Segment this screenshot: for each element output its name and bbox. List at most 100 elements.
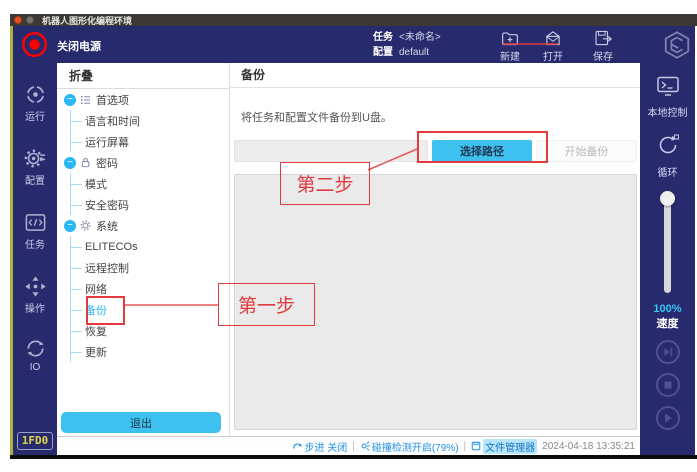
play-button[interactable] (656, 406, 680, 430)
annotation-box-select-path (417, 131, 548, 163)
open-button[interactable]: 打开 (533, 29, 573, 63)
settings-tree: − 首选项 语言和时间 运行屏幕 − 密码 (57, 89, 229, 362)
window-titlebar: 机器人图形化编程环境 (10, 14, 697, 26)
tree-item-safety-password[interactable]: 安全密码 (71, 194, 229, 215)
config-value: default (399, 47, 429, 58)
save-button[interactable]: 保存 (583, 29, 623, 63)
loop-label: 循环 (658, 164, 678, 179)
page: 机器人图形化编程环境 关闭电源 任务<未命名> 配置default 新建 (0, 0, 697, 472)
nav-item-operate-label: 操作 (25, 304, 45, 315)
new-label: 新建 (490, 48, 530, 63)
collapse-minus-icon[interactable]: − (64, 94, 76, 106)
status-bar: 步进 关闭 | 碰撞检测开启(79%) | 文件管理器 2024-04-18 1… (57, 436, 640, 455)
tree-node-label: 首选项 (96, 92, 129, 108)
run-icon (24, 83, 47, 106)
robot-id-badge: 1FD0 (17, 432, 53, 450)
annotation-step1: 第一步 (218, 283, 315, 326)
collapse-minus-icon[interactable]: − (64, 220, 76, 232)
step-forward-button[interactable] (656, 340, 680, 364)
step-mode-status[interactable]: 步进 关闭 (292, 439, 347, 454)
step-mode-label: 步进 关闭 (304, 439, 347, 454)
tree-item-elitecos[interactable]: ELITECOs (71, 236, 229, 257)
backup-path-input[interactable] (234, 140, 428, 162)
speed-slider-handle[interactable] (660, 191, 675, 206)
stop-icon (663, 380, 673, 390)
backup-description: 将任务和配置文件备份到U盘。 (241, 109, 392, 125)
task-icon (24, 211, 47, 234)
tree-node-label: 密码 (96, 155, 118, 171)
task-label: 任务 (373, 32, 393, 43)
tree-node-preferences[interactable]: − 首选项 (57, 89, 229, 110)
local-control-button[interactable] (655, 75, 681, 102)
collision-status[interactable]: 碰撞检测开启(79%) (360, 439, 459, 454)
settings-tree-panel: 折叠 − 首选项 语言和时间 运行屏幕 − (57, 63, 230, 436)
speed-slider[interactable] (664, 193, 671, 293)
tree-node-password[interactable]: − 密码 (57, 152, 229, 173)
speed-label: 速度 (657, 315, 679, 331)
collision-icon (360, 441, 370, 451)
right-control-rail: 本地控制 循环 100% 速度 (640, 63, 695, 455)
tree-node-system[interactable]: − 系统 (57, 215, 229, 236)
tree-item-update[interactable]: 更新 (71, 341, 229, 362)
operate-icon (24, 275, 47, 298)
system-gear-icon (80, 220, 92, 231)
step-icon (292, 441, 302, 451)
io-icon (24, 337, 47, 360)
preferences-icon (80, 94, 92, 105)
new-button[interactable]: 新建 (490, 29, 530, 63)
power-icon (21, 31, 48, 58)
collapse-minus-icon[interactable]: − (64, 157, 76, 169)
loop-button[interactable] (655, 133, 681, 162)
nav-item-io[interactable]: IO (13, 337, 57, 373)
annotation-step2: 第二步 (280, 162, 370, 205)
window-title: 机器人图形化编程环境 (42, 14, 132, 27)
config-icon (24, 147, 47, 170)
backup-panel: 备份 将任务和配置文件备份到U盘。 选择路径 开始备份 (230, 63, 640, 436)
nav-item-run-label: 运行 (25, 112, 45, 123)
collision-status-label: 碰撞检测开启(79%) (372, 439, 459, 454)
task-value: <未命名> (399, 32, 441, 43)
app-header: 关闭电源 任务<未命名> 配置default 新建 打开 (13, 26, 695, 63)
tree-node-label: 系统 (96, 218, 118, 234)
tree-item-language-time[interactable]: 语言和时间 (71, 110, 229, 131)
tree-item-remote-control[interactable]: 远程控制 (71, 257, 229, 278)
save-icon (593, 29, 613, 47)
file-manager-icon (471, 441, 481, 451)
local-control-label: 本地控制 (648, 104, 688, 119)
status-timestamp: 2024-04-18 13:35:21 (542, 441, 635, 452)
nav-item-run[interactable]: 运行 (13, 83, 57, 123)
new-icon (500, 29, 520, 47)
page-title: 备份 (230, 63, 640, 88)
tree-group-preferences: − 首选项 语言和时间 运行屏幕 (57, 89, 229, 152)
tree-group-system: − 系统 ELITECOs 远程控制 网络 备份 恢复 更新 (57, 215, 229, 362)
nav-item-operate[interactable]: 操作 (13, 275, 57, 315)
lock-icon (80, 157, 92, 168)
stop-button[interactable] (656, 373, 680, 397)
play-icon (662, 412, 674, 424)
window-minimize-icon[interactable] (26, 16, 34, 24)
file-manager-status[interactable]: 文件管理器 (471, 439, 537, 454)
nav-item-task-label: 任务 (25, 240, 45, 251)
nav-item-task[interactable]: 任务 (13, 211, 57, 251)
start-backup-button[interactable]: 开始备份 (536, 140, 637, 162)
nav-item-config[interactable]: 配置 (13, 147, 57, 187)
file-manager-label: 文件管理器 (483, 439, 537, 454)
nav-item-config-label: 配置 (25, 176, 45, 187)
open-label: 打开 (533, 48, 573, 63)
exit-button[interactable]: 退出 (61, 412, 221, 433)
status-separator: | (464, 441, 467, 452)
open-icon (543, 29, 563, 47)
power-button[interactable] (21, 31, 48, 58)
tree-collapse-header[interactable]: 折叠 (57, 63, 229, 89)
window-close-icon[interactable] (14, 16, 22, 24)
save-label: 保存 (583, 48, 623, 63)
logo-icon (661, 30, 693, 60)
nav-item-io-label: IO (30, 362, 41, 373)
local-control-icon (655, 75, 681, 97)
step-forward-icon (662, 346, 674, 358)
loop-icon (655, 133, 681, 157)
tree-item-mode[interactable]: 模式 (71, 173, 229, 194)
tree-item-run-screen[interactable]: 运行屏幕 (71, 131, 229, 152)
window-bottom-border (10, 455, 697, 459)
status-separator: | (352, 441, 355, 452)
